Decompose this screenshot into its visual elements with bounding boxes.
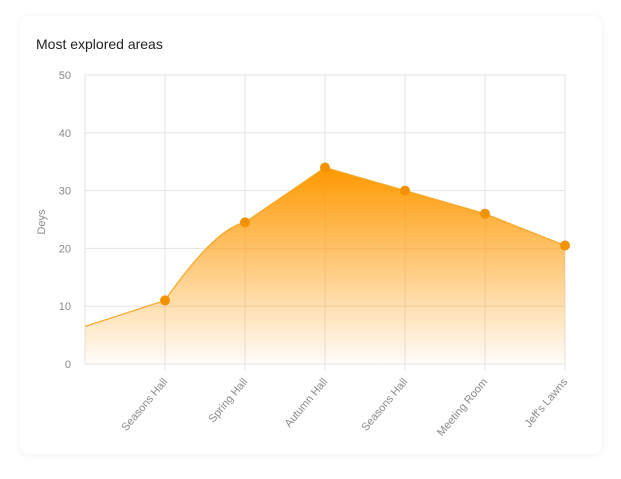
y-axis-title: Deys — [36, 209, 48, 235]
y-tick-label: 50 — [59, 70, 71, 82]
x-tick-label: Jeff's Lawns — [523, 376, 571, 430]
x-tick-label: Autumn Hall — [283, 376, 331, 430]
x-tick-label: Seasons Hall — [119, 376, 170, 433]
area-layer — [84, 166, 566, 364]
area-chart: 0 10 20 30 40 50 Seasons Hall Spring Hall Autum… — [36, 70, 571, 439]
y-tick-labels: 0 10 20 30 40 50 — [59, 70, 71, 371]
y-tick-label: 20 — [59, 243, 71, 255]
y-tick-label: 40 — [59, 128, 71, 140]
y-tick-label: 10 — [59, 301, 71, 313]
data-point[interactable] — [240, 217, 250, 228]
data-point[interactable] — [560, 240, 570, 251]
data-point[interactable] — [320, 162, 330, 173]
data-point[interactable] — [480, 208, 490, 219]
x-tick-label: Meeting Room — [435, 376, 490, 439]
y-tick-label: 0 — [65, 359, 71, 371]
x-tick-labels: Seasons Hall Spring Hall Autumn Hall Season… — [119, 376, 570, 439]
area-fill — [85, 167, 565, 364]
data-point[interactable] — [400, 185, 410, 196]
y-tick-label: 30 — [59, 186, 71, 198]
x-tick-label: Spring Hall — [207, 376, 251, 425]
data-point[interactable] — [160, 295, 170, 306]
x-tick-label: Seasons Hall — [359, 376, 410, 433]
